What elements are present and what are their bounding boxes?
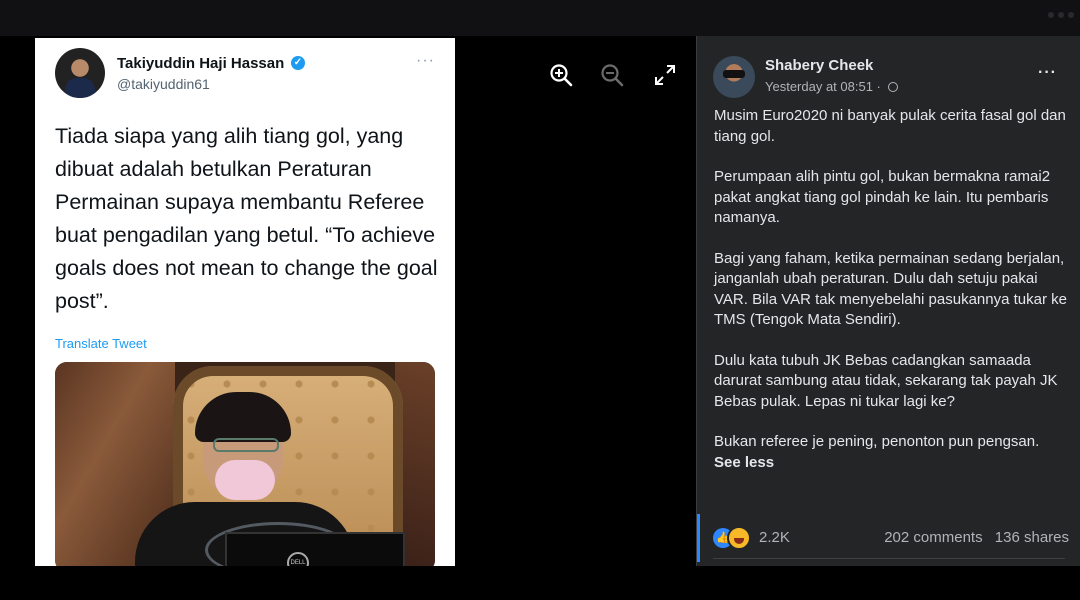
zoom-out-icon[interactable]	[599, 62, 625, 88]
tweet-author-name: Takiyuddin Haji Hassan	[117, 55, 285, 72]
post-timestamp[interactable]: Yesterday at 08:51 ·	[765, 79, 898, 94]
post-author-name[interactable]: Shabery Cheek	[765, 57, 873, 74]
verified-badge-icon: ✓	[291, 56, 305, 70]
post-paragraph: Bagi yang faham, ketika permainan sedang…	[714, 249, 1067, 329]
photo-viewer: Takiyuddin Haji Hassan ✓ @takiyuddin61 ·…	[0, 36, 696, 566]
globe-icon	[887, 82, 898, 92]
see-less-link[interactable]: See less	[714, 454, 774, 471]
tweet-author-handle: @takiyuddin61	[117, 76, 210, 92]
post-paragraph-last: Bukan referee je pening, penonton pun pe…	[714, 432, 1070, 473]
translate-tweet-link: Translate Tweet	[55, 336, 147, 351]
post-more-options-icon[interactable]: ···	[1038, 64, 1057, 82]
monitor	[225, 532, 405, 566]
zoom-in-icon[interactable]	[548, 62, 574, 88]
post-author-avatar[interactable]	[713, 56, 755, 98]
facebook-post-panel: Shabery Cheek Yesterday at 08:51 · ··· M…	[696, 36, 1080, 566]
post-paragraph: Dulu kata tubuh JK Bebas cadangkan samaa…	[714, 351, 1058, 410]
tweet-photo: DELL	[55, 362, 435, 566]
comments-count[interactable]: 202 comments	[884, 529, 982, 546]
window-control-dot[interactable]	[1068, 12, 1074, 18]
divider	[713, 558, 1065, 559]
post-timestamp-text[interactable]: Yesterday at 08:51 ·	[765, 79, 881, 94]
haha-reaction-icon[interactable]	[727, 526, 751, 550]
tweet-text: Tiada siapa yang alih tiang gol, yang di…	[55, 124, 438, 313]
window-control-dot[interactable]	[1058, 12, 1064, 18]
window-control-dot[interactable]	[1048, 12, 1054, 18]
shares-count[interactable]: 136 shares	[995, 529, 1069, 546]
window-top-bar	[0, 0, 1080, 36]
person-face-mask	[215, 460, 275, 500]
post-stats: 202 comments 136 shares	[884, 529, 1069, 546]
person-glasses	[213, 438, 279, 452]
window-controls	[1048, 12, 1074, 18]
tweet-author-avatar	[55, 48, 105, 98]
fullscreen-icon[interactable]	[652, 62, 678, 88]
post-body: Musim Euro2020 ni banyak pulak cerita fa…	[714, 106, 1070, 493]
tweet-screenshot[interactable]: Takiyuddin Haji Hassan ✓ @takiyuddin61 ·…	[35, 38, 455, 566]
reaction-count[interactable]: 2.2K	[759, 529, 790, 546]
post-paragraph-text: Bukan referee je pening, penonton pun pe…	[714, 433, 1040, 450]
tweet-more-icon: ···	[416, 52, 435, 69]
post-reactions-bar: 👍 2.2K 202 comments 136 shares	[713, 526, 1069, 550]
post-paragraph: Musim Euro2020 ni banyak pulak cerita fa…	[714, 107, 1066, 145]
post-paragraph: Perumpaan alih pintu gol, bukan bermakna…	[714, 168, 1051, 226]
focus-indicator	[697, 514, 700, 562]
